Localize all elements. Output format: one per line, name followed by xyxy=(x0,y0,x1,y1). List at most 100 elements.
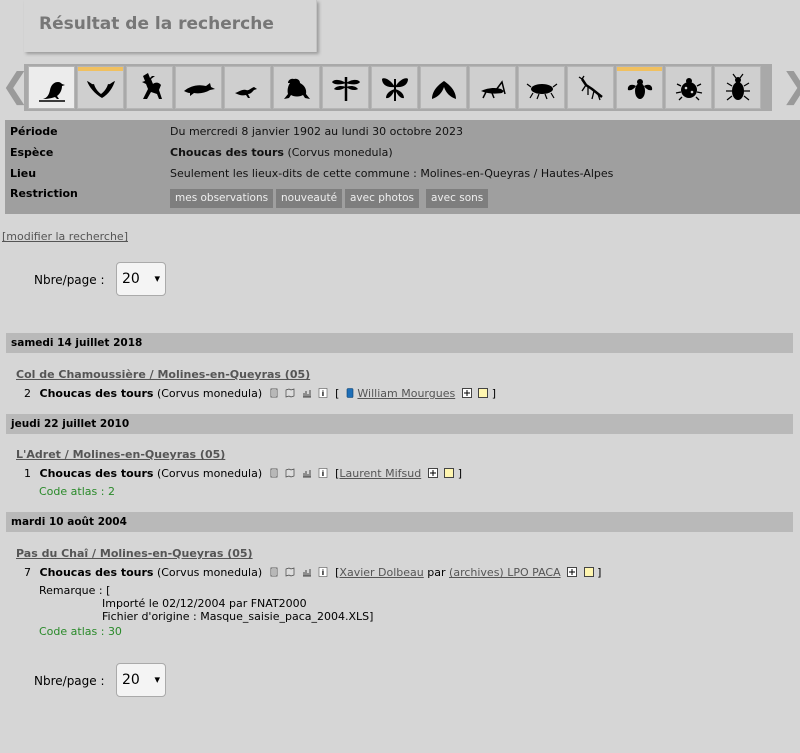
taxa-prev-arrow[interactable]: ❮ xyxy=(1,64,30,111)
bracket-open: [ xyxy=(335,387,340,400)
species-latin: (Corvus monedula) xyxy=(156,387,263,400)
lieu-label: Lieu xyxy=(10,167,37,180)
per-page-label: Nbre/page : xyxy=(34,273,105,287)
search-criteria: Période Du mercredi 8 janvier 1902 au lu… xyxy=(5,120,800,214)
taxon-dolphin[interactable] xyxy=(175,66,222,109)
taxon-mantis[interactable] xyxy=(567,66,614,109)
remark-block: Remarque : [ Importé le 02/12/2004 par F… xyxy=(39,584,373,623)
remark-line: Importé le 02/12/2004 par FNAT2000 xyxy=(102,597,307,610)
expand-icon[interactable] xyxy=(461,388,472,398)
mobile-icon xyxy=(346,388,354,398)
taxon-lizard[interactable] xyxy=(224,66,271,109)
date-header: samedi 14 juillet 2018 xyxy=(6,333,793,353)
info-icon[interactable]: i xyxy=(318,388,328,398)
observer-link[interactable]: William Mourgues xyxy=(357,387,455,400)
taxon-dragonfly[interactable] xyxy=(322,66,369,109)
info-icon[interactable]: i xyxy=(318,567,328,577)
dragonfly-icon xyxy=(329,73,363,103)
taxon-frog[interactable] xyxy=(273,66,320,109)
taxon-moth[interactable] xyxy=(420,66,467,109)
date-header: jeudi 22 juillet 2010 xyxy=(6,414,793,434)
remark-line: Fichier d'origine : Masque_saisie_paca_2… xyxy=(102,610,374,623)
taxon-deer[interactable] xyxy=(126,66,173,109)
bracket-close: ] xyxy=(597,566,602,579)
espece-name: Choucas des tours xyxy=(170,146,284,159)
espece-latin: (Corvus monedula) xyxy=(287,146,393,159)
filter-mes-observations[interactable]: mes observations xyxy=(170,189,274,208)
taxon-ladybug[interactable] xyxy=(665,66,712,109)
moth-icon xyxy=(427,73,461,103)
chart-icon[interactable] xyxy=(302,567,312,577)
filter-nouveaute[interactable]: nouveauté xyxy=(276,189,343,208)
place-link[interactable]: Col de Chamoussière / Molines-en-Queyras… xyxy=(16,368,310,381)
ladybug-icon xyxy=(672,73,706,103)
count: 7 xyxy=(24,566,31,579)
frog-icon xyxy=(280,73,314,103)
per-page-value: 20 xyxy=(122,672,140,688)
per-page-select[interactable]: 20 ▾ xyxy=(116,663,166,697)
taxon-butterfly[interactable] xyxy=(371,66,418,109)
svg-text:i: i xyxy=(322,390,324,398)
butterfly-icon xyxy=(378,73,412,103)
chart-icon[interactable] xyxy=(302,388,312,398)
filter-avec-photos[interactable]: avec photos xyxy=(345,189,419,208)
note-icon[interactable] xyxy=(478,388,489,398)
expand-icon[interactable] xyxy=(567,567,578,577)
observer-link[interactable]: Laurent Mifsud xyxy=(339,467,421,480)
grasshopper-icon xyxy=(476,73,510,103)
note-icon[interactable] xyxy=(583,567,594,577)
par-label: par xyxy=(427,566,446,579)
species-latin: (Corvus monedula) xyxy=(156,566,263,579)
per-page-label: Nbre/page : xyxy=(34,674,105,688)
per-page-value: 20 xyxy=(122,271,140,287)
expand-icon[interactable] xyxy=(427,468,438,478)
count: 1 xyxy=(24,467,31,480)
date-header: mardi 10 août 2004 xyxy=(6,512,793,532)
per-page-select[interactable]: 20 ▾ xyxy=(116,262,166,296)
species-name: Choucas des tours xyxy=(39,566,154,579)
svg-text:i: i xyxy=(322,470,324,478)
dolphin-icon xyxy=(182,73,216,103)
code-atlas: Code atlas : 30 xyxy=(39,625,122,638)
species-latin: (Corvus monedula) xyxy=(156,467,263,480)
remark-label: Remarque : [ xyxy=(39,584,111,597)
periode-label: Période xyxy=(10,125,58,138)
place-link[interactable]: Pas du Chaî / Molines-en-Queyras (05) xyxy=(16,547,253,560)
taxon-bird[interactable] xyxy=(28,66,75,109)
taxa-selector xyxy=(24,64,772,111)
lizard-icon xyxy=(231,73,265,103)
taxon-grasshopper[interactable] xyxy=(469,66,516,109)
list-icon[interactable] xyxy=(269,388,279,398)
deer-icon xyxy=(133,72,167,103)
info-icon[interactable]: i xyxy=(318,468,328,478)
chevron-down-icon: ▾ xyxy=(154,673,160,686)
cicada-icon xyxy=(525,73,559,103)
chart-icon[interactable] xyxy=(302,468,312,478)
species-name: Choucas des tours xyxy=(39,467,154,480)
filter-avec-sons[interactable]: avec sons xyxy=(426,189,489,208)
place-link[interactable]: L'Adret / Molines-en-Queyras (05) xyxy=(16,448,225,461)
taxon-cicada[interactable] xyxy=(518,66,565,109)
mantis-icon xyxy=(574,73,608,103)
bracket-close: ] xyxy=(457,467,462,480)
chevron-down-icon: ▾ xyxy=(154,272,160,285)
espece-value: Choucas des tours (Corvus monedula) xyxy=(170,146,393,159)
taxon-beetle[interactable] xyxy=(714,66,761,109)
note-icon[interactable] xyxy=(444,468,455,478)
organization-link[interactable]: (archives) LPO PACA xyxy=(449,566,561,579)
list-icon[interactable] xyxy=(269,567,279,577)
map-icon[interactable] xyxy=(285,468,295,478)
periode-value: Du mercredi 8 janvier 1902 au lundi 30 o… xyxy=(170,125,464,138)
bird-icon xyxy=(35,73,69,103)
title-box: Résultat de la recherche xyxy=(24,0,317,52)
taxon-bat[interactable] xyxy=(77,66,124,109)
taxon-fly[interactable] xyxy=(616,66,663,109)
list-icon[interactable] xyxy=(269,468,279,478)
taxa-next-arrow[interactable]: ❯ xyxy=(781,64,800,111)
map-icon[interactable] xyxy=(285,567,295,577)
modify-search-link[interactable]: [modifier la recherche] xyxy=(2,230,128,243)
espece-label: Espèce xyxy=(10,146,54,159)
map-icon[interactable] xyxy=(285,388,295,398)
observer-link[interactable]: Xavier Dolbeau xyxy=(339,566,423,579)
beetle-icon xyxy=(721,73,755,103)
